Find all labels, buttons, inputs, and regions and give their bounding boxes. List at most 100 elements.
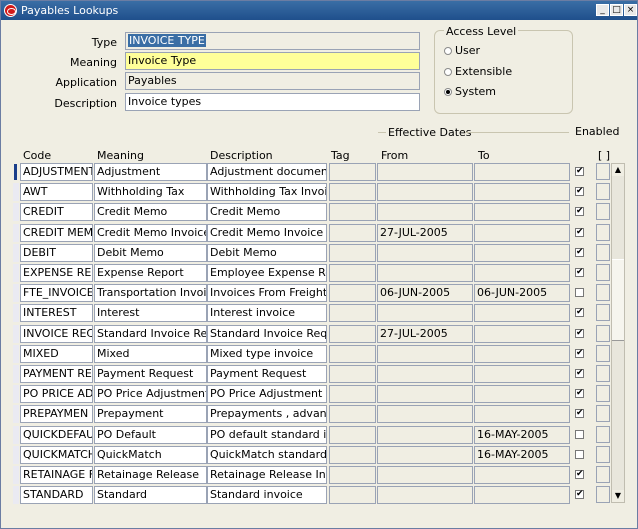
cell-meaning[interactable]: Credit Memo xyxy=(94,203,207,222)
cell-description[interactable]: Credit Memo xyxy=(207,203,327,222)
cell-meaning[interactable]: Credit Memo Invoice R xyxy=(94,223,207,242)
cell-meaning[interactable]: Retainage Release xyxy=(94,466,207,484)
grid-scrollbar[interactable]: ▲ ▼ xyxy=(611,163,625,503)
dff-field[interactable] xyxy=(596,385,610,403)
enabled-checkbox[interactable]: ✔ xyxy=(575,247,584,257)
dff-field[interactable] xyxy=(596,486,610,504)
cell-description[interactable]: QuickMatch standard im xyxy=(207,445,327,464)
cell-description[interactable]: Mixed type invoice xyxy=(207,344,327,363)
record-indicator[interactable] xyxy=(13,425,19,444)
dff-field[interactable] xyxy=(596,304,610,322)
dff-field[interactable] xyxy=(596,324,610,342)
record-indicator[interactable] xyxy=(13,466,19,484)
cell-meaning[interactable]: Adjustment xyxy=(94,163,207,181)
cell-from[interactable] xyxy=(377,385,473,404)
dff-field[interactable] xyxy=(596,284,610,302)
title-bar[interactable]: Payables Lookups _ □ × xyxy=(1,1,637,20)
cell-code[interactable]: AWT xyxy=(20,183,93,202)
enabled-checkbox[interactable] xyxy=(575,288,584,298)
application-field[interactable]: Payables xyxy=(125,72,420,90)
enabled-checkbox[interactable]: ✔ xyxy=(575,369,584,378)
cell-to[interactable] xyxy=(474,385,570,404)
radio-user[interactable]: User xyxy=(444,44,480,57)
cell-tag[interactable] xyxy=(329,284,376,303)
cell-description[interactable]: Standard invoice xyxy=(207,486,327,505)
cell-tag[interactable] xyxy=(329,466,376,484)
cell-code[interactable]: DEBIT xyxy=(20,243,93,262)
cell-description[interactable]: PO default standard invo xyxy=(207,425,327,444)
cell-to[interactable] xyxy=(474,183,570,202)
dff-field[interactable] xyxy=(596,425,610,443)
enabled-checkbox[interactable]: ✔ xyxy=(575,409,584,419)
cell-code[interactable]: MIXED xyxy=(20,344,93,363)
cell-to[interactable] xyxy=(474,486,570,505)
cell-code[interactable]: EXPENSE RE xyxy=(20,264,93,282)
cell-description[interactable]: Debit Memo xyxy=(207,243,327,262)
radio-extensible-dot[interactable] xyxy=(444,68,452,76)
cell-from[interactable] xyxy=(377,405,473,424)
cell-code[interactable]: PREPAYMEN xyxy=(20,405,93,424)
cell-code[interactable]: STANDARD xyxy=(20,486,93,505)
cell-to[interactable] xyxy=(474,324,570,343)
enabled-checkbox[interactable]: ✔ xyxy=(575,207,584,217)
type-field[interactable]: INVOICE TYPE xyxy=(125,32,420,50)
cell-meaning[interactable]: PO Default xyxy=(94,425,207,444)
dff-field[interactable] xyxy=(596,466,610,483)
record-indicator[interactable] xyxy=(13,304,19,323)
cell-meaning[interactable]: PO Price Adjustment xyxy=(94,385,207,404)
cell-meaning[interactable]: Expense Report xyxy=(94,264,207,282)
cell-from[interactable]: 06-JUN-2005 xyxy=(377,284,473,303)
cell-to[interactable] xyxy=(474,203,570,222)
record-indicator[interactable] xyxy=(13,405,19,424)
cell-to[interactable] xyxy=(474,466,570,484)
dff-field[interactable] xyxy=(596,264,610,281)
cell-description[interactable]: Employee Expense Rep xyxy=(207,264,327,282)
dff-field[interactable] xyxy=(596,223,610,241)
cell-code[interactable]: ADJUSTMENT xyxy=(20,163,93,181)
close-button[interactable]: × xyxy=(624,4,637,16)
cell-description[interactable]: Invoices From Freight Pa xyxy=(207,284,327,303)
cell-description[interactable]: Prepayments , advances xyxy=(207,405,327,424)
record-indicator[interactable] xyxy=(13,385,19,404)
cell-tag[interactable] xyxy=(329,365,376,383)
scroll-up-icon[interactable]: ▲ xyxy=(612,164,624,176)
enabled-checkbox[interactable]: ✔ xyxy=(575,187,584,197)
cell-meaning[interactable]: Prepayment xyxy=(94,405,207,424)
cell-from[interactable] xyxy=(377,183,473,202)
cell-description[interactable]: Withholding Tax Invoice xyxy=(207,183,327,202)
cell-code[interactable]: CREDIT MEM xyxy=(20,223,93,242)
cell-tag[interactable] xyxy=(329,344,376,363)
cell-meaning[interactable]: Transportation Invoices xyxy=(94,284,207,303)
scroll-thumb[interactable] xyxy=(612,259,624,341)
cell-to[interactable]: 06-JUN-2005 xyxy=(474,284,570,303)
cell-to[interactable] xyxy=(474,304,570,323)
record-indicator[interactable] xyxy=(13,324,19,343)
cell-from[interactable] xyxy=(377,486,473,505)
enabled-checkbox[interactable]: ✔ xyxy=(575,389,584,399)
cell-from[interactable] xyxy=(377,163,473,181)
cell-from[interactable] xyxy=(377,243,473,262)
record-indicator[interactable] xyxy=(13,264,19,282)
record-indicator[interactable] xyxy=(13,183,19,202)
meaning-field[interactable]: Invoice Type xyxy=(125,52,420,70)
cell-to[interactable] xyxy=(474,243,570,262)
enabled-checkbox[interactable]: ✔ xyxy=(575,167,584,176)
cell-description[interactable]: Adjustment document xyxy=(207,163,327,181)
enabled-checkbox[interactable] xyxy=(575,429,584,439)
cell-tag[interactable] xyxy=(329,324,376,343)
cell-code[interactable]: RETAINAGE F xyxy=(20,466,93,484)
cell-from[interactable] xyxy=(377,466,473,484)
record-indicator[interactable] xyxy=(13,284,19,303)
dff-field[interactable] xyxy=(596,183,610,201)
cell-meaning[interactable]: Withholding Tax xyxy=(94,183,207,202)
cell-from[interactable] xyxy=(377,365,473,383)
cell-tag[interactable] xyxy=(329,445,376,464)
cell-meaning[interactable]: Standard Invoice Requ xyxy=(94,324,207,343)
cell-tag[interactable] xyxy=(329,243,376,262)
cell-from[interactable] xyxy=(377,445,473,464)
record-indicator[interactable] xyxy=(13,243,19,262)
maximize-button[interactable]: □ xyxy=(610,4,623,16)
enabled-checkbox[interactable]: ✔ xyxy=(575,470,584,479)
cell-code[interactable]: INTEREST xyxy=(20,304,93,323)
cell-tag[interactable] xyxy=(329,304,376,323)
